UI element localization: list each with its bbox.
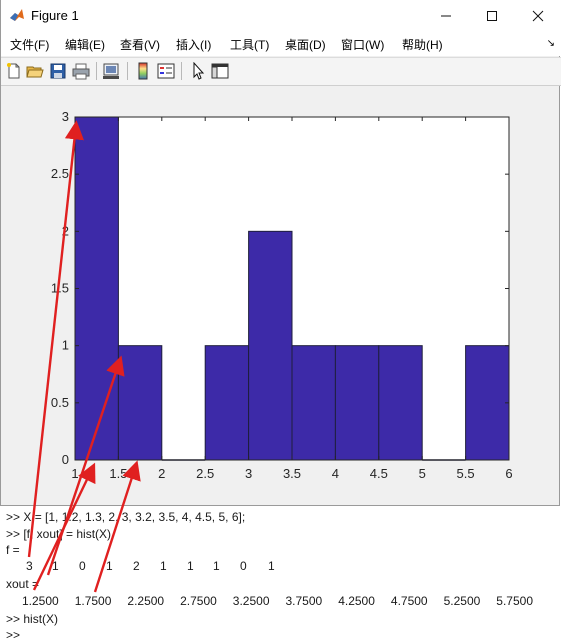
- figure-toolbar: [1, 57, 561, 86]
- colorbar-icon[interactable]: [134, 62, 152, 80]
- xout-value: 5.2500: [443, 594, 481, 608]
- f-value: 0: [240, 559, 247, 573]
- x-tick-label: 5: [419, 466, 426, 481]
- close-button[interactable]: [515, 0, 561, 32]
- xout-value: 5.7500: [496, 594, 533, 608]
- command-prompt[interactable]: >>: [6, 628, 20, 642]
- y-tick-label: 2.5: [51, 166, 69, 181]
- f-value: 1: [160, 559, 167, 573]
- f-label: f =: [6, 543, 20, 557]
- f-value: 1: [213, 559, 220, 573]
- command-line-2: >> [f, xout] = hist(X): [6, 527, 112, 541]
- open-file-icon[interactable]: [26, 62, 44, 80]
- f-value: 1: [187, 559, 194, 573]
- toolbar-separator: [127, 62, 128, 80]
- xout-value: 1.2500: [22, 594, 59, 608]
- maximize-button[interactable]: [469, 0, 515, 32]
- new-figure-icon[interactable]: [5, 62, 23, 80]
- x-tick-label: 1: [71, 466, 78, 481]
- legend-icon[interactable]: [157, 62, 175, 80]
- y-tick-label: 0.5: [51, 395, 69, 410]
- histogram-bar: [378, 345, 423, 461]
- menu-insert[interactable]: 插入(I): [176, 36, 211, 53]
- f-value: 1: [268, 559, 275, 573]
- x-tick-label: 4: [332, 466, 339, 481]
- xout-value: 1.7500: [74, 594, 112, 608]
- x-tick-label: 4.5: [370, 466, 388, 481]
- print-icon[interactable]: [72, 62, 90, 80]
- property-editor-icon[interactable]: [211, 62, 229, 80]
- y-tick-label: 3: [62, 109, 69, 124]
- plot-area: 1 1.5 2 2.5 3 3.5 4 4.5 5 5.5 6 0 0.5 1 1.5 2 2.5 3: [1, 85, 561, 506]
- menu-tools[interactable]: 工具(T): [230, 36, 269, 53]
- menu-desktop[interactable]: 桌面(D): [285, 36, 326, 53]
- command-line-3: >> hist(X): [6, 612, 59, 626]
- x-tick-label: 2.5: [196, 466, 214, 481]
- y-tick-label: 1.5: [51, 281, 69, 296]
- xout-value: 3.2500: [232, 594, 270, 608]
- x-tick-label: 2: [158, 466, 165, 481]
- save-icon[interactable]: [49, 62, 67, 80]
- xout-label: xout =: [6, 577, 40, 591]
- histogram-bar: [291, 345, 336, 461]
- xout-value: 4.7500: [390, 594, 428, 608]
- window-title: Figure 1: [31, 8, 79, 23]
- xout-value: 3.7500: [285, 594, 323, 608]
- xout-value: 2.7500: [180, 594, 217, 608]
- command-line-1: >> X = [1, 1.2, 1.3, 2, 3, 3.2, 3.5, 4, …: [6, 510, 246, 524]
- minimize-icon: [441, 15, 451, 17]
- x-tick-label: 5.5: [457, 466, 475, 481]
- menu-view[interactable]: 查看(V): [120, 36, 160, 53]
- menu-help[interactable]: 帮助(H): [402, 36, 443, 53]
- f-value: 1: [106, 559, 113, 573]
- menu-edit[interactable]: 编辑(E): [65, 36, 105, 53]
- menu-overflow-icon[interactable]: ↘: [547, 38, 555, 49]
- menu-bar: 文件(F) 编辑(E) 查看(V) 插入(I) 工具(T) 桌面(D) 窗口(W…: [1, 32, 561, 56]
- pointer-icon[interactable]: [189, 62, 207, 80]
- histogram-chart[interactable]: 1 1.5 2 2.5 3 3.5 4 4.5 5 5.5 6 0 0.5 1 1.5 2 2.5 3: [1, 85, 561, 506]
- histogram-bar: [465, 345, 510, 461]
- toolbar-separator: [181, 62, 182, 80]
- histogram-bar: [248, 230, 293, 461]
- y-tick-label: 2: [62, 223, 69, 238]
- close-icon: [532, 10, 544, 22]
- xout-value: 2.2500: [127, 594, 165, 608]
- link-axes-icon[interactable]: [102, 62, 120, 80]
- minimize-button[interactable]: [423, 0, 469, 32]
- menu-file[interactable]: 文件(F): [10, 36, 49, 53]
- f-value: 0: [79, 559, 86, 573]
- histogram-bar: [204, 345, 250, 461]
- xout-value: 4.2500: [338, 594, 375, 608]
- x-tick-label: 1.5: [109, 466, 127, 481]
- x-tick-label: 3.5: [283, 466, 301, 481]
- matlab-logo-icon: [9, 7, 25, 23]
- maximize-icon: [487, 11, 497, 21]
- x-tick-label: 3: [245, 466, 252, 481]
- y-tick-label: 0: [62, 452, 69, 467]
- histogram-bar: [117, 345, 163, 461]
- x-tick-label: 6: [505, 466, 512, 481]
- figure-window: Figure 1 文件(F) 编辑(E) 查看(V) 插入(I) 工具(T) 桌…: [0, 0, 561, 506]
- f-value: 2: [133, 559, 140, 573]
- f-value: 1: [52, 559, 59, 573]
- y-tick-label: 1: [62, 338, 69, 353]
- menu-window[interactable]: 窗口(W): [341, 36, 384, 53]
- histogram-bar: [74, 116, 119, 461]
- f-value: 3: [26, 559, 33, 573]
- histogram-bar: [334, 345, 380, 461]
- title-bar[interactable]: Figure 1: [1, 0, 561, 32]
- toolbar-separator: [96, 62, 97, 80]
